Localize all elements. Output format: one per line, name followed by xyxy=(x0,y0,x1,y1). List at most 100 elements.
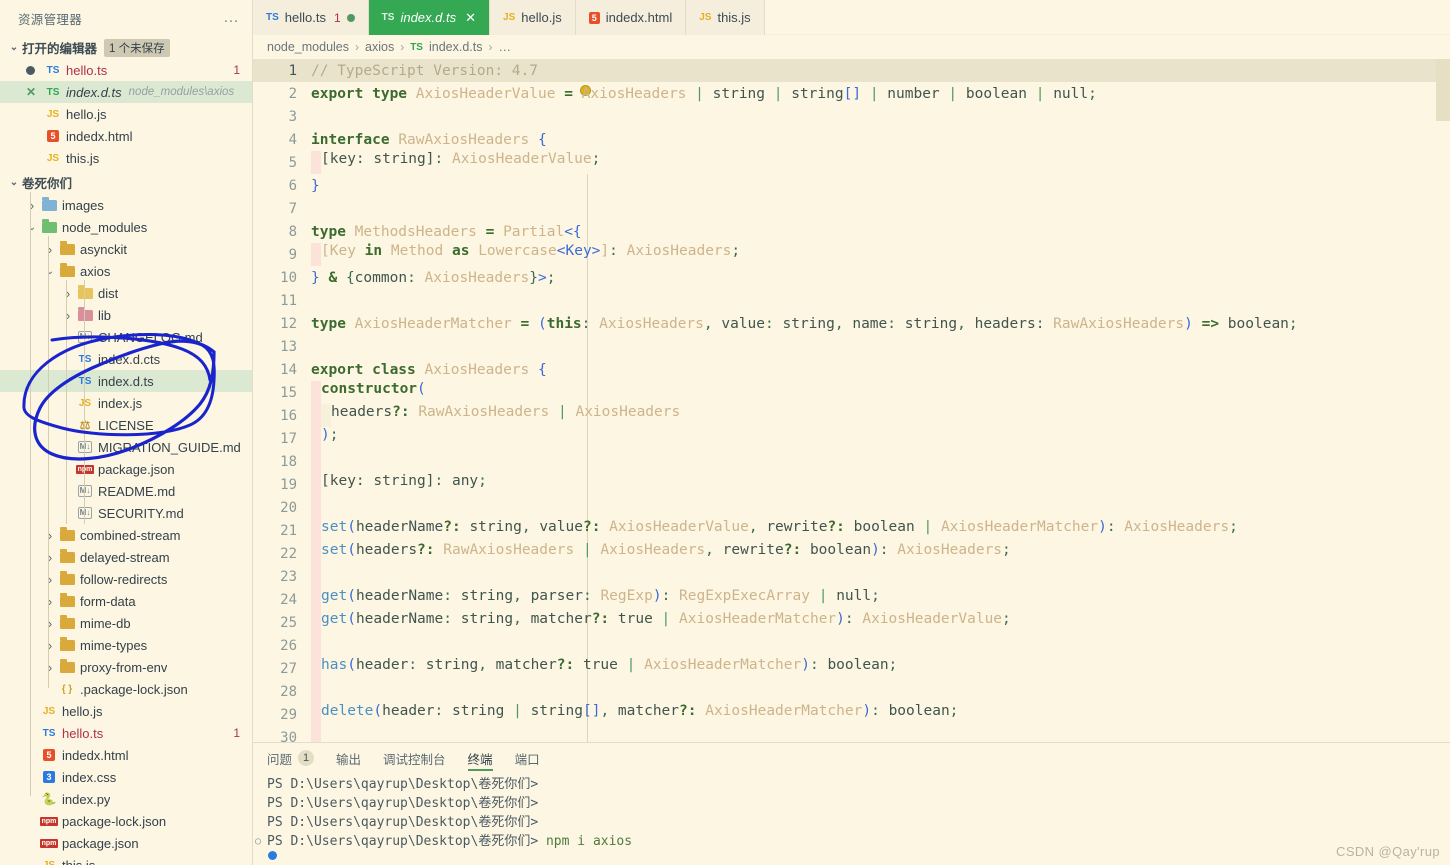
breadcrumb-part[interactable]: axios xyxy=(365,40,394,54)
editor-tab[interactable]: 5 indedx.html xyxy=(575,0,687,35)
chevron-right-icon[interactable]: › xyxy=(42,550,58,565)
chevron-right-icon[interactable]: › xyxy=(42,528,58,543)
code-text[interactable] xyxy=(311,450,321,473)
chevron-down-icon[interactable]: ⌄ xyxy=(24,222,40,233)
breadcrumb-part[interactable]: node_modules xyxy=(267,40,349,54)
tree-item[interactable]: › dist xyxy=(0,282,252,304)
open-editor-item[interactable]: JS this.js xyxy=(0,147,252,169)
tree-item[interactable]: › mime-types xyxy=(0,634,252,656)
section-open-editors[interactable]: ⌄ 打开的编辑器 1 个未保存 xyxy=(0,36,252,59)
panel-tab[interactable]: 调试控制台 xyxy=(383,743,446,773)
chevron-right-icon[interactable]: › xyxy=(60,286,76,301)
tree-item[interactable]: › asynckit xyxy=(0,238,252,260)
breadcrumb-part[interactable]: index.d.ts xyxy=(429,40,483,54)
tree-item[interactable]: M↓ MIGRATION_GUIDE.md xyxy=(0,436,252,458)
open-editor-item[interactable]: JS hello.js xyxy=(0,103,252,125)
tree-item[interactable]: JS hello.js xyxy=(0,700,252,722)
more-actions-icon[interactable]: … xyxy=(223,9,240,27)
code-text[interactable]: type AxiosHeaderMatcher = (this: AxiosHe… xyxy=(311,316,1298,332)
tree-item[interactable]: 🐍 index.py xyxy=(0,788,252,810)
tree-item[interactable]: ⌄ axios xyxy=(0,260,252,282)
editor-tab[interactable]: JS this.js xyxy=(686,0,765,35)
editor-tab[interactable]: TS index.d.ts ✕ xyxy=(368,0,491,35)
code-text[interactable]: [Key in Method as Lowercase<Key>]: Axios… xyxy=(311,243,740,266)
editor-scrollbar[interactable] xyxy=(1436,59,1450,742)
tree-item[interactable]: JS index.js xyxy=(0,392,252,414)
tree-item[interactable]: npm package-lock.json xyxy=(0,810,252,832)
code-text[interactable]: [key: string]: AxiosHeaderValue; xyxy=(311,151,600,174)
tree-item[interactable]: › combined-stream xyxy=(0,524,252,546)
editor-scrollbar-thumb[interactable] xyxy=(1436,59,1450,121)
code-text[interactable]: } xyxy=(311,178,320,194)
code-text[interactable]: interface RawAxiosHeaders { xyxy=(311,132,547,148)
code-text[interactable]: } & {common: AxiosHeaders}>; xyxy=(311,270,556,286)
code-text[interactable]: constructor( xyxy=(311,381,426,404)
chevron-right-icon[interactable]: › xyxy=(24,198,40,213)
tree-item[interactable]: › follow-redirects xyxy=(0,568,252,590)
tree-item[interactable]: › lib xyxy=(0,304,252,326)
dirty-dot-icon[interactable] xyxy=(346,13,355,22)
tree-item[interactable]: npm package.json xyxy=(0,832,252,854)
code-text[interactable]: delete(header: string | string[], matche… xyxy=(311,703,958,726)
code-text[interactable]: export class AxiosHeaders { xyxy=(311,362,547,378)
panel-tab[interactable]: 终端 xyxy=(467,743,493,773)
dirty-dot-icon[interactable] xyxy=(22,65,40,75)
tree-item[interactable]: ⚖ LICENSE xyxy=(0,414,252,436)
code-text[interactable]: has(header: string, matcher?: true | Axi… xyxy=(311,657,897,680)
editor-tab[interactable]: JS hello.js xyxy=(490,0,576,35)
code-text[interactable]: type MethodsHeaders = Partial<{ xyxy=(311,224,582,240)
open-editor-item[interactable]: TS hello.ts 1 xyxy=(0,59,252,81)
tree-item[interactable]: M↓ README.md xyxy=(0,480,252,502)
code-text[interactable]: set(headers?: RawAxiosHeaders | AxiosHea… xyxy=(311,542,1011,565)
tree-item[interactable]: › mime-db xyxy=(0,612,252,634)
tree-item[interactable]: › delayed-stream xyxy=(0,546,252,568)
close-icon[interactable]: ✕ xyxy=(465,10,476,26)
code-text[interactable]: headers?: RawAxiosHeaders | AxiosHeaders xyxy=(311,404,680,427)
tree-item[interactable]: JS this.js xyxy=(0,854,252,865)
tree-item[interactable]: TS index.d.ts xyxy=(0,370,252,392)
code-text[interactable] xyxy=(311,634,321,657)
tree-item[interactable]: › form-data xyxy=(0,590,252,612)
tree-item[interactable]: › images xyxy=(0,194,252,216)
breadcrumb-part[interactable]: … xyxy=(499,40,512,54)
open-editor-item[interactable]: ✕ TS index.d.ts node_modules\axios xyxy=(0,81,252,103)
chevron-right-icon[interactable]: › xyxy=(42,638,58,653)
section-workspace[interactable]: ⌄ 卷死你们 xyxy=(0,171,252,194)
code-text[interactable]: get(headerName: string, matcher?: true |… xyxy=(311,611,1011,634)
chevron-right-icon[interactable]: › xyxy=(42,616,58,631)
code-text[interactable] xyxy=(311,680,321,703)
panel-tab[interactable]: 端口 xyxy=(515,743,540,773)
editor-tab[interactable]: TS hello.ts 1 xyxy=(253,0,369,35)
open-editor-item[interactable]: 5 indedx.html xyxy=(0,125,252,147)
code-text[interactable]: set(headerName?: string, value?: AxiosHe… xyxy=(311,519,1238,542)
code-text[interactable] xyxy=(311,726,321,742)
tree-item[interactable]: 5 indedx.html xyxy=(0,744,252,766)
terminal-output[interactable]: PS D:\Users\qayrup\Desktop\卷死你们> PS D:\Us… xyxy=(253,773,1450,860)
tree-item[interactable]: ⌄ node_modules xyxy=(0,216,252,238)
tree-item[interactable]: TS index.d.cts xyxy=(0,348,252,370)
tree-item[interactable]: npm package.json xyxy=(0,458,252,480)
chevron-right-icon[interactable]: › xyxy=(60,308,76,323)
chevron-right-icon[interactable]: › xyxy=(42,572,58,587)
code-text[interactable] xyxy=(311,565,321,588)
panel-tab[interactable]: 问题 1 xyxy=(267,743,315,773)
close-icon[interactable]: ✕ xyxy=(22,85,40,99)
chevron-right-icon[interactable]: › xyxy=(42,660,58,675)
code-text[interactable]: export type AxiosHeaderValue = AxiosHead… xyxy=(311,86,1097,102)
code-text[interactable]: ); xyxy=(311,427,338,450)
tree-item[interactable]: M↓ SECURITY.md xyxy=(0,502,252,524)
code-text[interactable] xyxy=(311,496,321,519)
tree-item[interactable]: M↓ CHANGELOG.md xyxy=(0,326,252,348)
chevron-right-icon[interactable]: › xyxy=(42,594,58,609)
tree-item[interactable]: TS hello.ts 1 xyxy=(0,722,252,744)
code-text[interactable]: [key: string]: any; xyxy=(311,473,487,496)
tree-item[interactable]: 3 index.css xyxy=(0,766,252,788)
code-editor[interactable]: 1 // TypeScript Version: 4.7 2 export type … xyxy=(253,59,1450,742)
tree-item[interactable]: › proxy-from-env xyxy=(0,656,252,678)
tree-item[interactable]: { } .package-lock.json xyxy=(0,678,252,700)
code-text[interactable]: get(headerName: string, parser: RegExp):… xyxy=(311,588,880,611)
code-text[interactable]: // TypeScript Version: 4.7 xyxy=(311,63,538,79)
panel-tab[interactable]: 输出 xyxy=(336,743,361,773)
chevron-down-icon[interactable]: ⌄ xyxy=(42,266,58,277)
chevron-right-icon[interactable]: › xyxy=(42,242,58,257)
